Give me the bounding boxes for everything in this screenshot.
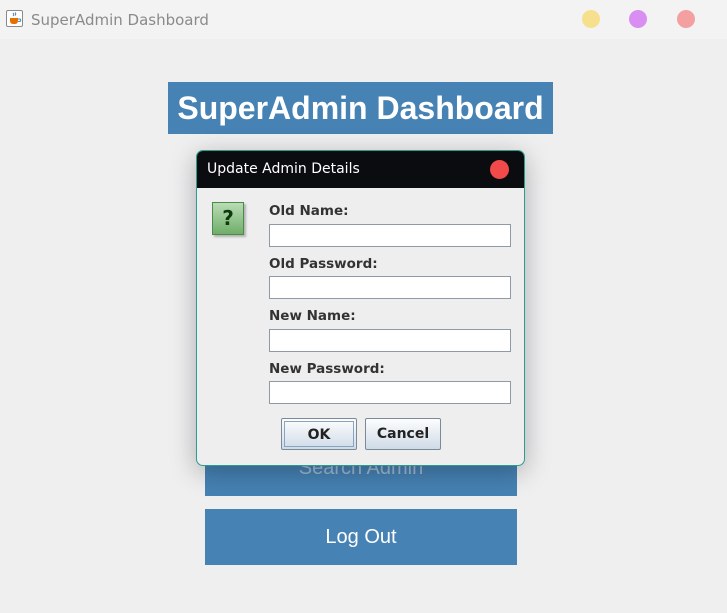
new-name-label: New Name:	[269, 308, 356, 324]
cancel-button[interactable]: Cancel	[365, 418, 441, 450]
log-out-button[interactable]: Log Out	[205, 509, 517, 565]
dialog-titlebar: Update Admin Details	[197, 151, 524, 188]
window-title: SuperAdmin Dashboard	[31, 11, 209, 29]
old-password-label: Old Password:	[269, 256, 378, 272]
old-name-input[interactable]	[269, 224, 511, 247]
new-password-input[interactable]	[269, 381, 511, 404]
question-icon: ?	[212, 202, 244, 235]
update-admin-dialog: Update Admin Details ? Old Name: Old Pas…	[196, 150, 525, 466]
window-titlebar: SuperAdmin Dashboard	[0, 0, 727, 39]
new-name-input[interactable]	[269, 329, 511, 352]
dialog-title: Update Admin Details	[207, 161, 360, 177]
dialog-close-icon[interactable]	[490, 160, 509, 179]
close-window-button[interactable]	[677, 10, 695, 28]
maximize-button[interactable]	[629, 10, 647, 28]
new-password-label: New Password:	[269, 361, 385, 377]
java-cup-icon	[6, 10, 23, 27]
old-name-label: Old Name:	[269, 203, 349, 219]
page-title: SuperAdmin Dashboard	[168, 82, 553, 134]
ok-button-label: OK	[284, 421, 354, 447]
old-password-input[interactable]	[269, 276, 511, 299]
ok-button[interactable]: OK	[281, 418, 357, 450]
minimize-button[interactable]	[582, 10, 600, 28]
